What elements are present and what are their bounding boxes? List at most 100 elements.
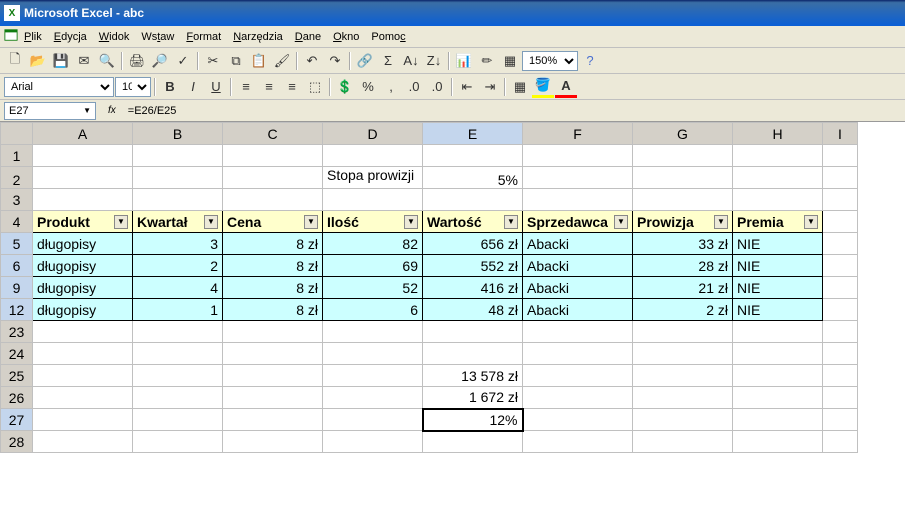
table-cell[interactable]: NIE	[733, 255, 823, 277]
row-header[interactable]: 12	[1, 299, 33, 321]
table-header[interactable]: Premia▼	[733, 211, 823, 233]
filter-dropdown-icon[interactable]: ▼	[204, 215, 218, 229]
table-header[interactable]: Cena▼	[223, 211, 323, 233]
cell-e25[interactable]: 13 578 zł	[423, 365, 523, 387]
chart-icon[interactable]: 📊	[453, 50, 475, 72]
menu-dane[interactable]: Dane	[289, 29, 327, 45]
table-header[interactable]: Sprzedawca▼	[523, 211, 633, 233]
filter-dropdown-icon[interactable]: ▼	[714, 215, 728, 229]
help-icon[interactable]: ?	[579, 50, 601, 72]
col-header-i[interactable]: I	[823, 123, 858, 145]
underline-icon[interactable]: U	[205, 76, 227, 98]
row-header[interactable]: 27	[1, 409, 33, 431]
table-cell[interactable]: 552 zł	[423, 255, 523, 277]
col-header-d[interactable]: D	[323, 123, 423, 145]
row-header[interactable]: 25	[1, 365, 33, 387]
currency-icon[interactable]: 💲	[334, 76, 356, 98]
align-center-icon[interactable]: ≡	[258, 76, 280, 98]
formula-input[interactable]	[124, 102, 901, 120]
table-cell[interactable]: Abacki	[523, 233, 633, 255]
menu-plik[interactable]: Plik	[18, 29, 48, 45]
table-cell[interactable]: Abacki	[523, 255, 633, 277]
cell-d2[interactable]: Stopa prowizji	[323, 167, 423, 189]
cell-e2[interactable]: 5%	[423, 167, 523, 189]
pivot-icon[interactable]: ▦	[499, 50, 521, 72]
col-header-b[interactable]: B	[133, 123, 223, 145]
percent-icon[interactable]: %	[357, 76, 379, 98]
table-cell[interactable]: 1	[133, 299, 223, 321]
row-header[interactable]: 3	[1, 189, 33, 211]
table-header[interactable]: Produkt▼	[33, 211, 133, 233]
row-header[interactable]: 28	[1, 431, 33, 453]
menu-widok[interactable]: Widok	[93, 29, 136, 45]
table-cell[interactable]: 69	[323, 255, 423, 277]
open-icon[interactable]: 📂	[27, 50, 49, 72]
menu-pomoc[interactable]: Pomoc	[365, 29, 411, 45]
drawing-icon[interactable]: ✏	[476, 50, 498, 72]
comma-icon[interactable]: ,	[380, 76, 402, 98]
table-cell[interactable]: NIE	[733, 277, 823, 299]
table-cell[interactable]: Abacki	[523, 299, 633, 321]
table-cell[interactable]: 6	[323, 299, 423, 321]
table-cell[interactable]: 3	[133, 233, 223, 255]
spellcheck-icon[interactable]: ✓	[172, 50, 194, 72]
table-cell[interactable]: 2	[133, 255, 223, 277]
filter-dropdown-icon[interactable]: ▼	[504, 215, 518, 229]
autosum-icon[interactable]: Σ	[377, 50, 399, 72]
table-cell[interactable]: 8 zł	[223, 233, 323, 255]
align-right-icon[interactable]: ≡	[281, 76, 303, 98]
increase-indent-icon[interactable]: ⇥	[479, 76, 501, 98]
mail-icon[interactable]: ✉	[73, 50, 95, 72]
col-header-h[interactable]: H	[733, 123, 823, 145]
merge-icon[interactable]: ⬚	[304, 76, 326, 98]
increase-decimal-icon[interactable]: .0	[403, 76, 425, 98]
fx-icon[interactable]: fx	[108, 105, 116, 116]
table-cell[interactable]: długopisy	[33, 299, 133, 321]
sort-desc-icon[interactable]: Z↓	[423, 50, 445, 72]
font-size-select[interactable]: 10	[115, 77, 151, 97]
table-cell[interactable]: 82	[323, 233, 423, 255]
cell[interactable]	[33, 145, 133, 167]
table-cell[interactable]: 416 zł	[423, 277, 523, 299]
table-cell[interactable]: NIE	[733, 299, 823, 321]
filter-dropdown-icon[interactable]: ▼	[114, 215, 128, 229]
col-header-e[interactable]: E	[423, 123, 523, 145]
table-cell[interactable]: długopisy	[33, 233, 133, 255]
row-header[interactable]: 23	[1, 321, 33, 343]
redo-icon[interactable]: ↷	[324, 50, 346, 72]
fill-color-icon[interactable]: 🪣	[532, 76, 554, 98]
zoom-select[interactable]: 150%	[522, 51, 578, 71]
row-header[interactable]: 4	[1, 211, 33, 233]
font-color-icon[interactable]: A	[555, 76, 577, 98]
table-cell[interactable]: 4	[133, 277, 223, 299]
font-name-select[interactable]: Arial	[4, 77, 114, 97]
table-header[interactable]: Wartość▼	[423, 211, 523, 233]
print-icon[interactable]: 🖨	[126, 50, 148, 72]
name-box[interactable]: E27▼	[4, 102, 96, 120]
filter-dropdown-icon[interactable]: ▼	[804, 215, 818, 229]
worksheet-grid[interactable]: A B C D E F G H I 1 2 Stopa prowizji 5% …	[0, 122, 905, 526]
row-header[interactable]: 2	[1, 167, 33, 189]
filter-dropdown-icon[interactable]: ▼	[304, 215, 318, 229]
table-header[interactable]: Kwartał▼	[133, 211, 223, 233]
row-header[interactable]: 24	[1, 343, 33, 365]
new-icon[interactable]: 🗋	[4, 50, 26, 72]
filter-dropdown-icon[interactable]: ▼	[614, 215, 628, 229]
table-header[interactable]: Ilość▼	[323, 211, 423, 233]
table-cell[interactable]: 8 zł	[223, 277, 323, 299]
table-cell[interactable]: Abacki	[523, 277, 633, 299]
search-icon[interactable]: 🔍	[96, 50, 118, 72]
table-header[interactable]: Prowizja▼	[633, 211, 733, 233]
select-all-corner[interactable]	[1, 123, 33, 145]
table-cell[interactable]: 656 zł	[423, 233, 523, 255]
align-left-icon[interactable]: ≡	[235, 76, 257, 98]
sort-asc-icon[interactable]: A↓	[400, 50, 422, 72]
italic-icon[interactable]: I	[182, 76, 204, 98]
save-icon[interactable]: 💾	[50, 50, 72, 72]
filter-dropdown-icon[interactable]: ▼	[404, 215, 418, 229]
table-cell[interactable]: 48 zł	[423, 299, 523, 321]
table-cell[interactable]: 52	[323, 277, 423, 299]
format-painter-icon[interactable]: 🖌	[271, 50, 293, 72]
table-cell[interactable]: 33 zł	[633, 233, 733, 255]
print-preview-icon[interactable]: 🔎	[149, 50, 171, 72]
